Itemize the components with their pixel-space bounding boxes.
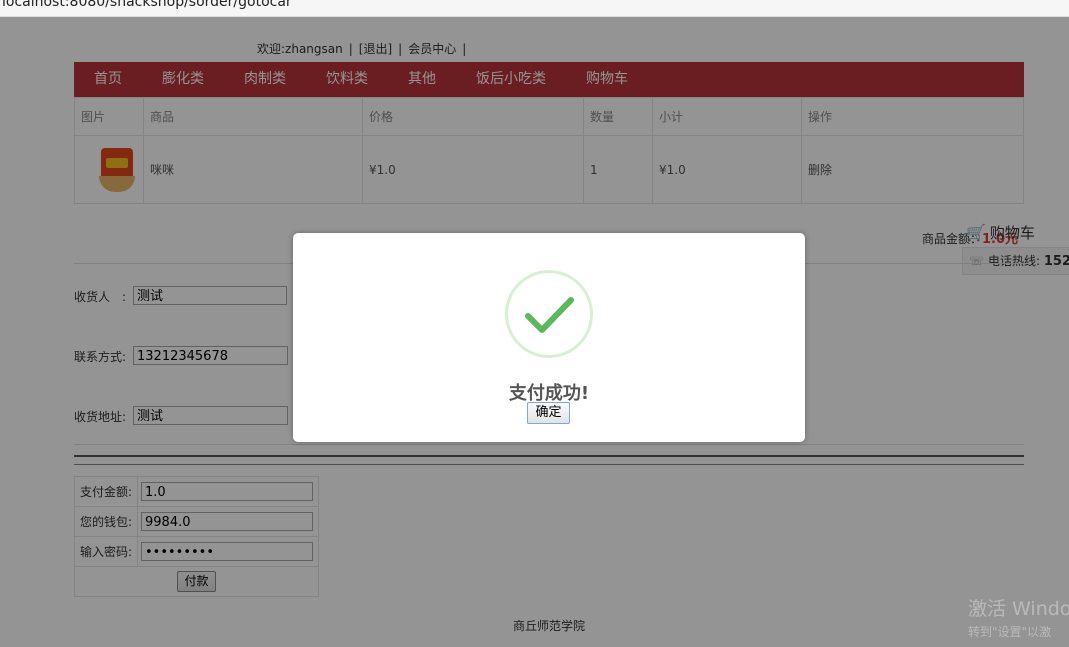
- address-url[interactable]: localhost:8080/snackshop/sorder/gotocar: [2, 0, 292, 10]
- confirm-button[interactable]: 确定: [527, 402, 570, 424]
- check-icon: [525, 297, 574, 333]
- watermark-line2: 转到"设置"以激: [968, 625, 1052, 639]
- browser-address-bar[interactable]: localhost:8080/snackshop/sorder/gotocar: [0, 0, 1069, 17]
- watermark-line1: 激活 Windo: [968, 598, 1069, 620]
- payment-success-dialog: 支付成功! 确定: [293, 233, 805, 442]
- windows-activation-watermark: 激活 Windo 转到"设置"以激: [968, 594, 1069, 640]
- success-circle: [505, 270, 593, 358]
